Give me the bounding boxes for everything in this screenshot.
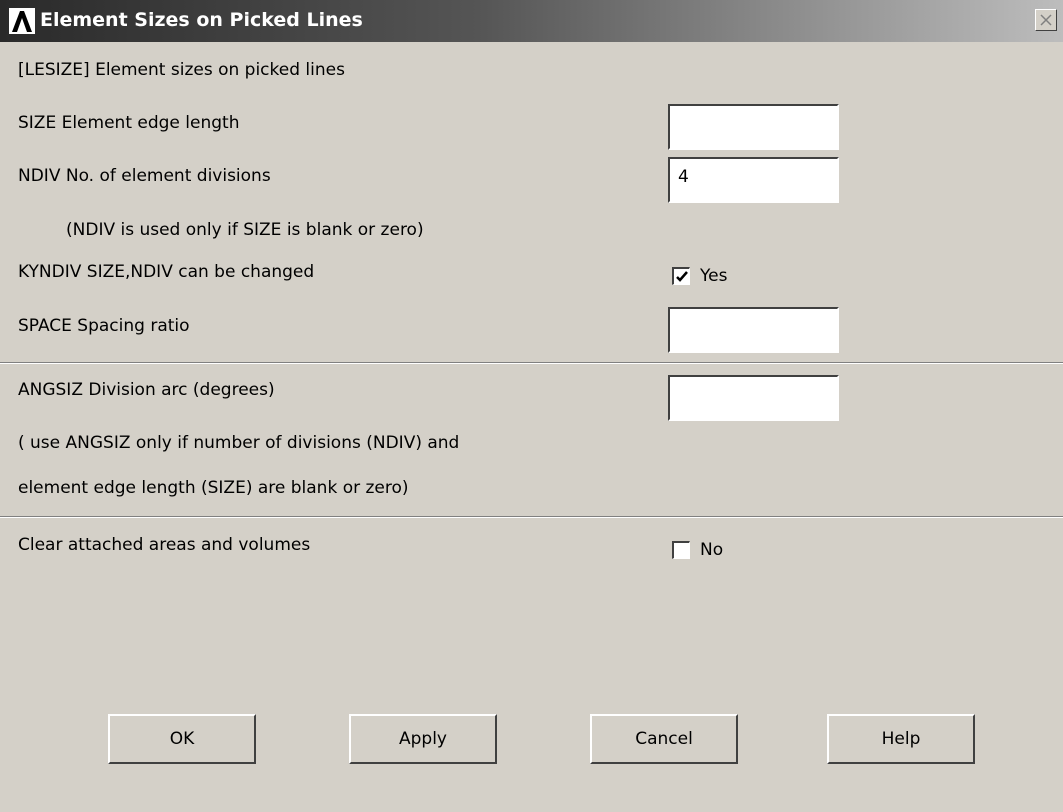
checkmark-icon[interactable] xyxy=(672,267,690,285)
command-label: [LESIZE] Element sizes on picked lines xyxy=(18,60,345,80)
separator xyxy=(0,516,1063,518)
angsiz-input[interactable] xyxy=(668,375,839,421)
title-bar[interactable]: Element Sizes on Picked Lines xyxy=(0,0,1063,42)
clear-label: Clear attached areas and volumes xyxy=(18,535,311,555)
size-label: SIZE Element edge length xyxy=(18,113,240,133)
ok-button[interactable]: OK xyxy=(108,714,256,764)
checkbox-box[interactable] xyxy=(672,541,690,559)
ndiv-note: (NDIV is used only if SIZE is blank or z… xyxy=(66,220,424,240)
kyndiv-check-label: Yes xyxy=(700,266,728,286)
clear-checkbox[interactable]: No xyxy=(672,539,723,561)
kyndiv-checkbox[interactable]: Yes xyxy=(672,265,727,287)
separator xyxy=(0,362,1063,364)
size-input[interactable] xyxy=(668,104,839,150)
ansys-logo-icon xyxy=(9,8,35,34)
ndiv-input[interactable] xyxy=(668,157,839,203)
angsiz-note-line-2: element edge length (SIZE) are blank or … xyxy=(18,478,409,498)
cancel-button[interactable]: Cancel xyxy=(590,714,738,764)
kyndiv-label: KYNDIV SIZE,NDIV can be changed xyxy=(18,262,315,282)
space-input[interactable] xyxy=(668,307,839,353)
element-sizes-dialog: Element Sizes on Picked Lines [LESIZE] E… xyxy=(0,0,1063,812)
close-icon[interactable] xyxy=(1035,9,1057,31)
clear-check-label: No xyxy=(700,540,724,560)
space-label: SPACE Spacing ratio xyxy=(18,316,190,336)
help-button[interactable]: Help xyxy=(827,714,975,764)
window-title: Element Sizes on Picked Lines xyxy=(40,9,363,31)
apply-button[interactable]: Apply xyxy=(349,714,497,764)
angsiz-label: ANGSIZ Division arc (degrees) xyxy=(18,380,275,400)
ndiv-label: NDIV No. of element divisions xyxy=(18,166,271,186)
angsiz-note-line-1: ( use ANGSIZ only if number of divisions… xyxy=(18,433,460,453)
